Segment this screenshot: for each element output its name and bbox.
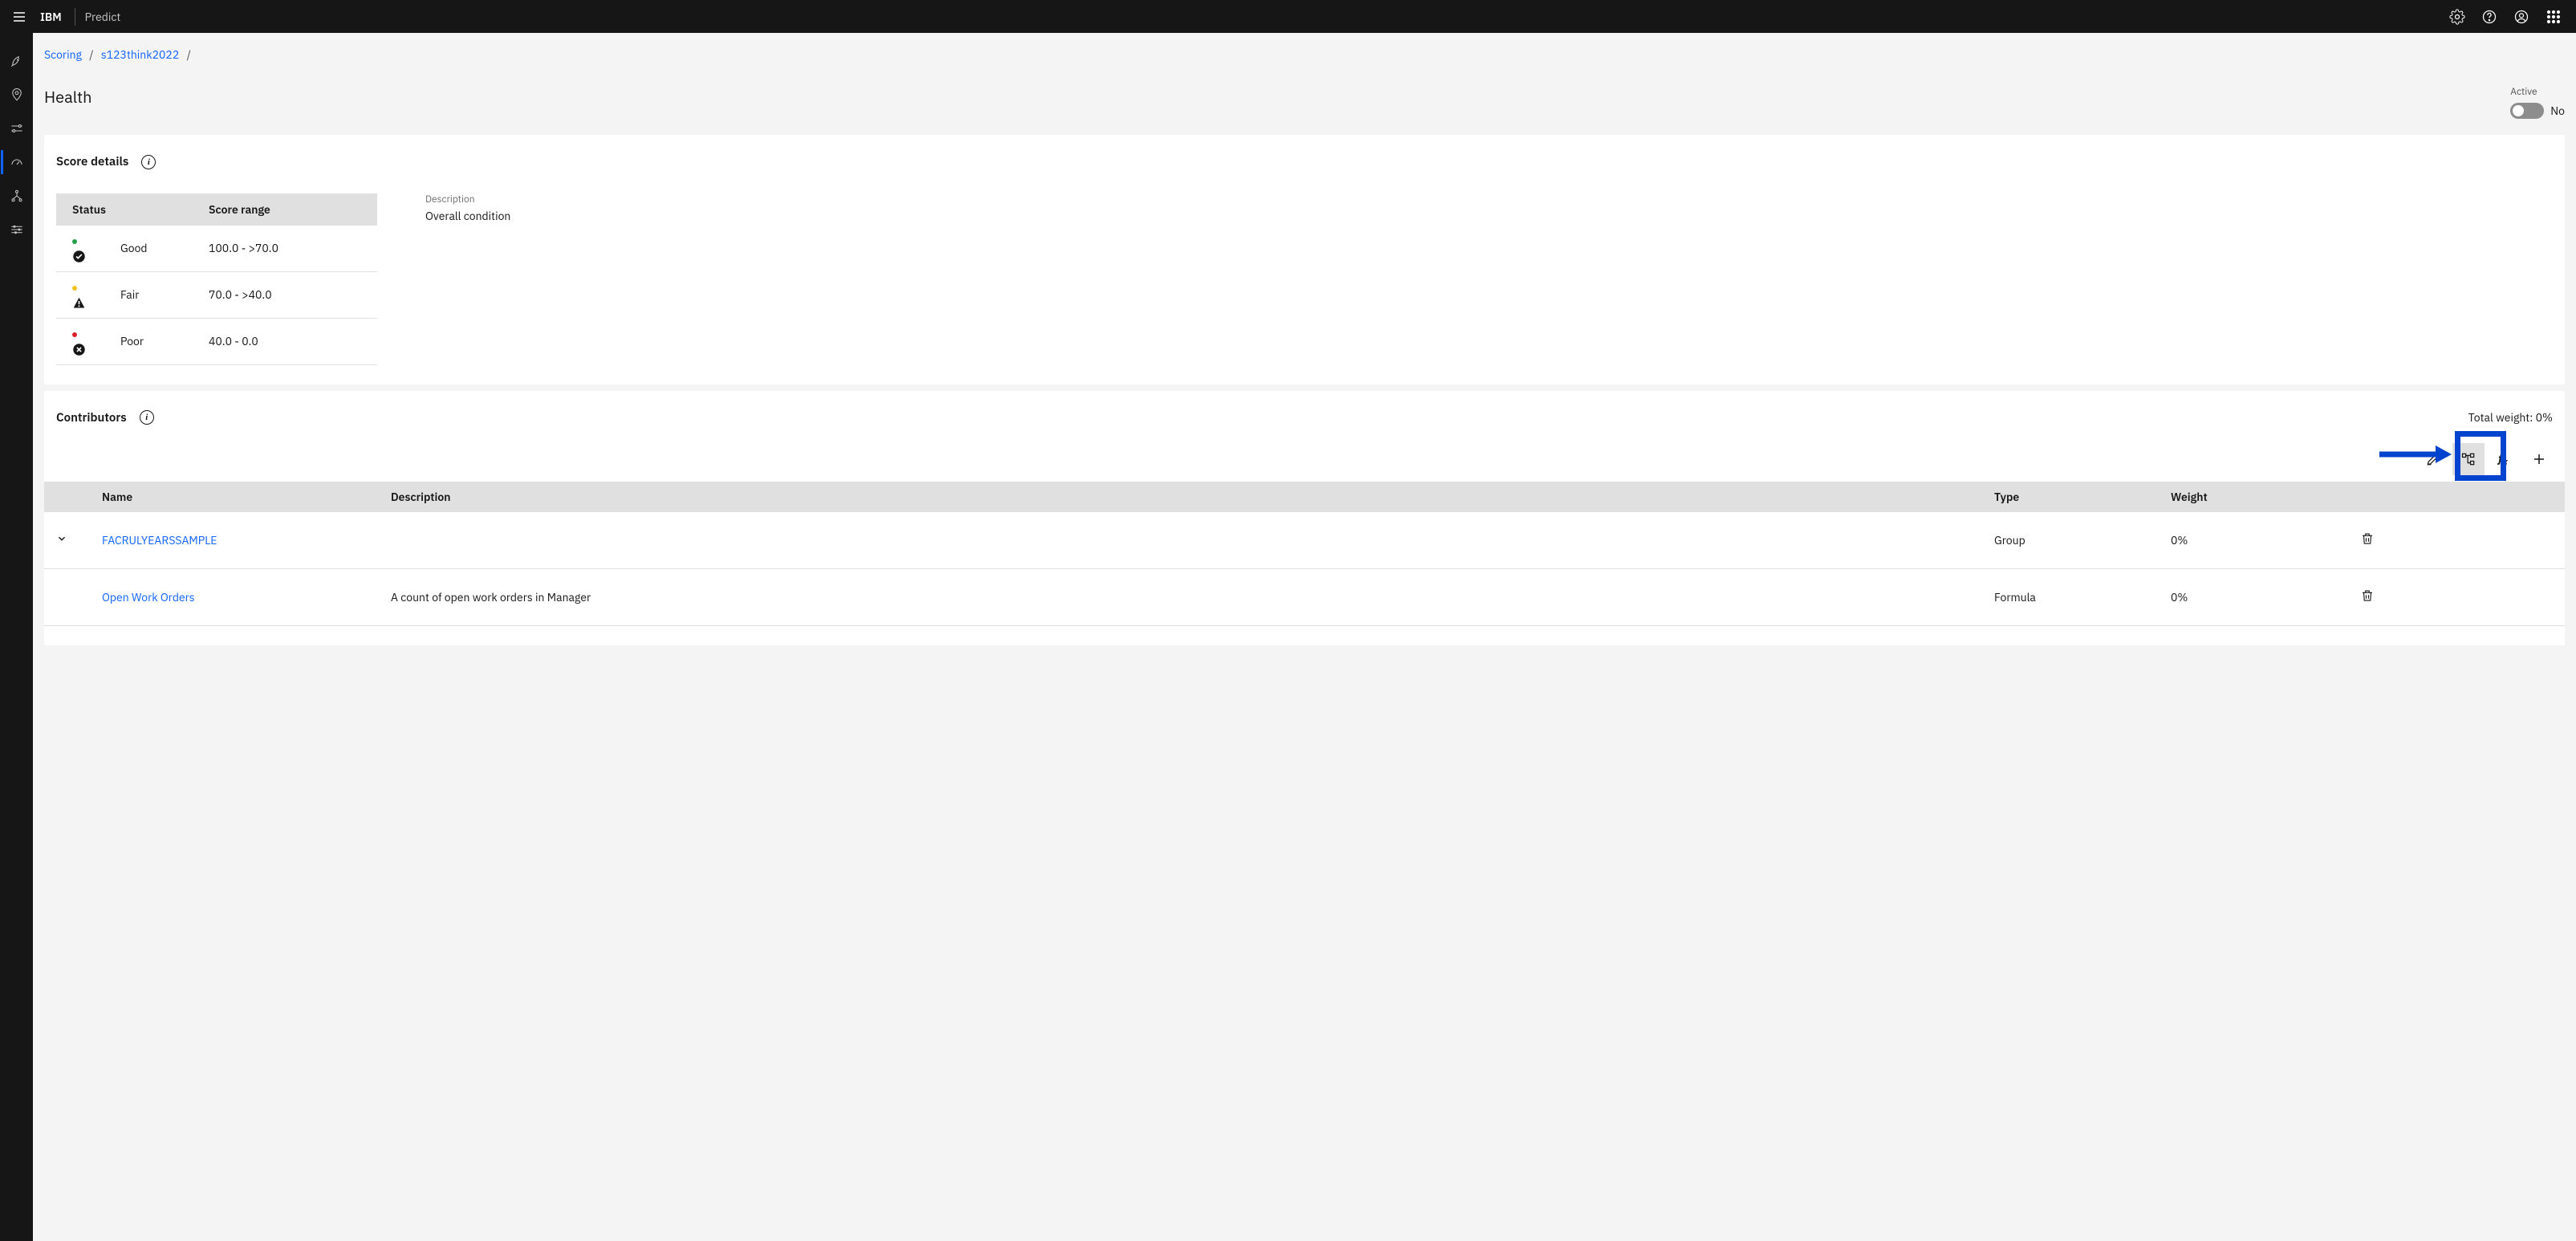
contributor-weight: 0% [2160,568,2344,625]
col-status: Status [56,193,193,226]
active-toggle-group: Active No [2510,86,2565,119]
col-description: Description [380,482,1983,512]
contributors-toolbar: fx [44,440,2565,482]
topbar: IBM Predict [0,0,2576,33]
status-icon [72,295,86,309]
rail-item-gauge[interactable] [1,150,33,174]
col-weight: Weight [2160,482,2344,512]
contributor-name-link[interactable]: FACRULYEARSSAMPLE [102,533,217,547]
active-label: Active [2510,86,2565,98]
contributor-row: Open Work Orders A count of open work ord… [44,568,2565,625]
total-weight: Total weight: 0% [2468,410,2553,425]
status-dot [72,286,77,291]
breadcrumb-sep: / [89,47,93,62]
rail-item-rocket[interactable] [1,49,33,73]
status-label: Poor [104,318,193,364]
status-icon [72,341,86,356]
breadcrumb-scoring[interactable]: Scoring [44,47,82,62]
rail-item-settings[interactable] [1,218,33,242]
page-title: Health [44,86,92,108]
status-range: 40.0 - 0.0 [193,318,377,364]
brand-label: IBM [40,10,75,24]
info-icon[interactable]: i [140,410,154,425]
menu-icon[interactable] [6,4,32,30]
user-icon[interactable] [2505,1,2537,33]
svg-text:f: f [2497,451,2503,466]
rail-item-location[interactable] [1,83,33,107]
col-name: Name [91,482,380,512]
status-row: Good100.0 - >70.0 [56,226,377,271]
svg-text:x: x [2503,458,2508,466]
status-row: Fair70.0 - >40.0 [56,271,377,318]
status-range: 70.0 - >40.0 [193,271,377,318]
status-label: Fair [104,271,193,318]
contributor-weight: 0% [2160,512,2344,569]
description-label: Description [425,193,510,205]
score-details-title: Score details [56,154,128,169]
contributors-table: Name Description Type Weight FACRULYEARS… [44,482,2565,626]
score-details-panel: Score details i Status Score range Good1… [44,135,2565,385]
contributors-title: Contributors [56,410,127,425]
status-icon [72,248,86,262]
contributor-description: A count of open work orders in Manager [380,568,1983,625]
delete-button[interactable] [2355,584,2379,611]
contributor-type: Group [1983,512,2160,569]
active-value: No [2550,104,2565,118]
edit-button[interactable] [2417,443,2449,475]
add-button[interactable] [2523,443,2555,475]
active-toggle[interactable] [2510,103,2544,119]
score-status-table: Status Score range Good100.0 - >70.0Fair… [56,193,377,365]
status-range: 100.0 - >70.0 [193,226,377,271]
status-dot [72,332,77,337]
contributor-description [380,512,1983,569]
score-description: Description Overall condition [425,193,510,223]
breadcrumb-sep: / [187,47,191,62]
info-icon[interactable]: i [141,155,156,169]
contributor-type: Formula [1983,568,2160,625]
col-type: Type [1983,482,2160,512]
left-rail [0,33,33,1241]
contributors-panel: Contributors i Total weight: 0% fx [44,391,2565,645]
app-name: Predict [85,10,121,24]
chevron-down-icon[interactable] [55,532,68,545]
settings-icon[interactable] [2441,1,2473,33]
status-row: Poor40.0 - 0.0 [56,318,377,364]
breadcrumb: Scoring / s123think2022 / [44,47,2565,62]
col-range: Score range [193,193,377,226]
contributor-name-link[interactable]: Open Work Orders [102,590,195,604]
main-content: Scoring / s123think2022 / Health Active … [33,33,2576,676]
rail-item-sliders[interactable] [1,116,33,140]
delete-button[interactable] [2355,527,2379,554]
breadcrumb-context[interactable]: s123think2022 [101,47,179,62]
rail-item-hierarchy[interactable] [1,184,33,208]
status-label: Good [104,226,193,271]
status-dot [72,239,77,244]
formula-button[interactable]: fx [2488,443,2520,475]
help-icon[interactable] [2473,1,2505,33]
tree-button[interactable] [2452,443,2485,475]
description-value: Overall condition [425,209,510,223]
contributor-row: FACRULYEARSSAMPLE Group0% [44,512,2565,569]
apps-icon[interactable] [2537,1,2570,33]
